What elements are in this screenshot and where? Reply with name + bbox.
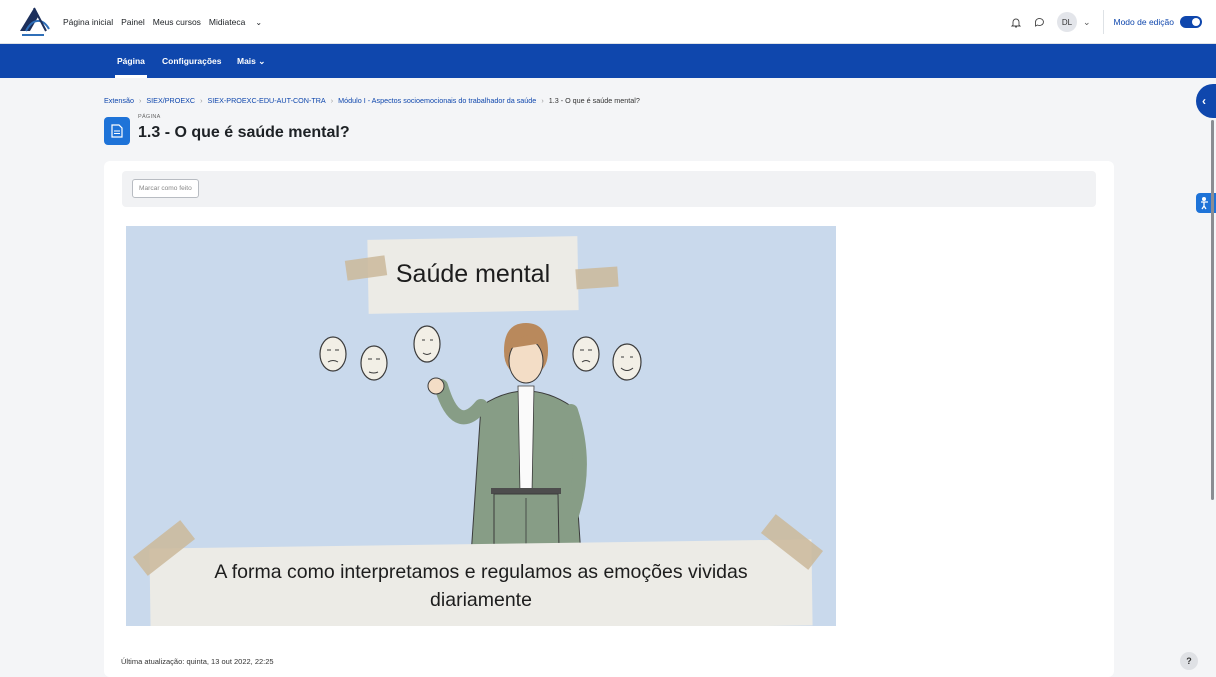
chevron-left-icon: ‹ bbox=[1202, 94, 1206, 108]
top-navbar: Página inicial Painel Meus cursos Midiat… bbox=[0, 0, 1216, 44]
user-tools: DL ⌄ Modo de edição bbox=[1001, 0, 1202, 44]
breadcrumb-item[interactable]: SIEX-PROEXC-EDU-AUT-CON-TRA bbox=[208, 96, 326, 105]
breadcrumb-current: 1.3 - O que é saúde mental? bbox=[548, 96, 640, 105]
tab-more-label: Mais bbox=[237, 56, 256, 66]
chevron-right-icon: › bbox=[330, 96, 334, 105]
page-document-icon bbox=[104, 117, 130, 145]
breadcrumb-item[interactable]: Módulo I - Aspectos socioemocionais do t… bbox=[338, 96, 536, 105]
chevron-down-icon[interactable]: ⌄ bbox=[1083, 17, 1091, 28]
mark-as-done-button[interactable]: Marcar como feito bbox=[132, 179, 199, 198]
chevron-right-icon: › bbox=[138, 96, 142, 105]
help-button[interactable]: ? bbox=[1180, 652, 1198, 670]
illustration-title: Saúde mental bbox=[396, 260, 550, 288]
chevron-right-icon: › bbox=[200, 96, 203, 105]
activity-completion-bar: Marcar como feito bbox=[122, 171, 1096, 207]
chevron-down-icon: ⌄ bbox=[255, 18, 263, 27]
page-kind-label: PÁGINA bbox=[138, 114, 161, 120]
saude-mental-illustration: Saúde mental A forma como interpretamos … bbox=[126, 226, 836, 626]
breadcrumb-item[interactable]: SIEX/PROEXC bbox=[146, 96, 195, 105]
nav-home-link[interactable]: Página inicial bbox=[63, 17, 113, 27]
breadcrumb: Extensão › SIEX/PROEXC › SIEX-PROEXC-EDU-AUT… bbox=[104, 96, 640, 105]
illustration-caption-line-1: A forma como interpretamos e regulamos a… bbox=[214, 561, 747, 583]
nav-my-courses-link[interactable]: Meus cursos bbox=[153, 17, 201, 27]
nav-dashboard-link[interactable]: Painel bbox=[121, 17, 145, 27]
tab-page[interactable]: Página bbox=[115, 44, 147, 78]
divider bbox=[1102, 10, 1104, 34]
tab-more[interactable]: Mais ⌄ bbox=[237, 44, 265, 78]
breadcrumb-item[interactable]: Extensão bbox=[104, 96, 134, 105]
page-scrollbar[interactable] bbox=[1211, 120, 1214, 500]
illustration-caption-line-2: diariamente bbox=[430, 589, 532, 611]
nav-media-library-dropdown[interactable]: Midiateca ⌄ bbox=[209, 17, 270, 27]
bell-icon[interactable] bbox=[1007, 13, 1025, 31]
chat-bubble-icon[interactable] bbox=[1031, 13, 1049, 31]
secondary-navigation: Página Configurações Mais ⌄ bbox=[0, 44, 1216, 78]
chevron-down-icon: ⌄ bbox=[258, 56, 266, 66]
edit-mode-toggle[interactable] bbox=[1180, 16, 1202, 28]
tab-settings[interactable]: Configurações bbox=[162, 44, 222, 78]
chevron-right-icon: › bbox=[541, 96, 544, 105]
open-drawer-button[interactable]: ‹ bbox=[1196, 84, 1216, 118]
edit-mode-label: Modo de edição bbox=[1113, 17, 1175, 27]
primary-navigation: Página inicial Painel Meus cursos Midiat… bbox=[63, 0, 278, 44]
nav-media-library-label: Midiateca bbox=[208, 17, 246, 27]
last-updated-text: Última atualização: quinta, 13 out 2022,… bbox=[121, 657, 274, 666]
page-title: 1.3 - O que é saúde mental? bbox=[138, 124, 350, 141]
ucead-logo[interactable] bbox=[16, 5, 52, 39]
user-avatar[interactable]: DL bbox=[1056, 12, 1077, 32]
content-card: Marcar como feito Saúde mental A forma c… bbox=[104, 161, 1114, 677]
